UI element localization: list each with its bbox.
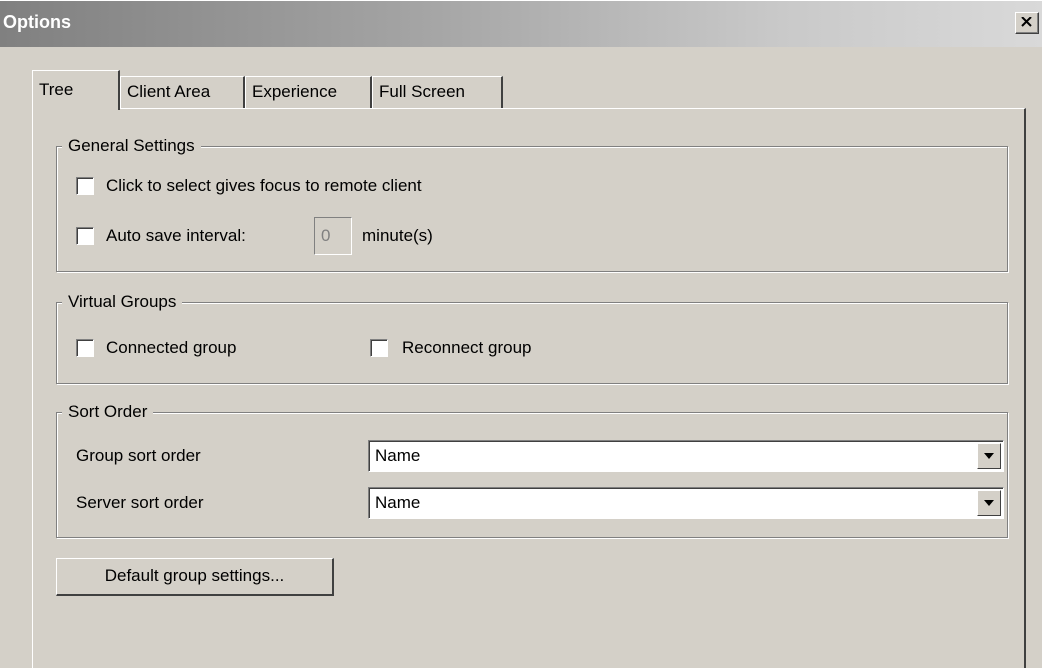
sort-order-group: Sort Order bbox=[56, 401, 1008, 538]
group-legend: Sort Order bbox=[62, 401, 154, 423]
reconnect-group-label[interactable]: Reconnect group bbox=[402, 338, 531, 358]
auto-save-unit: minute(s) bbox=[362, 226, 433, 245]
server-sort-order-value: Name bbox=[375, 493, 421, 512]
general-settings-group: General Settings bbox=[56, 135, 1008, 272]
tab-full-screen[interactable]: Full Screen bbox=[372, 76, 503, 108]
title-bar: Options bbox=[0, 0, 1042, 47]
chevron-down-icon bbox=[984, 453, 994, 459]
auto-save-checkbox[interactable] bbox=[76, 227, 94, 245]
default-group-settings-button[interactable]: Default group settings... bbox=[56, 558, 334, 596]
reconnect-group-checkbox[interactable] bbox=[370, 339, 388, 357]
tab-tree[interactable]: Tree bbox=[32, 70, 120, 110]
click-to-select-label[interactable]: Click to select gives focus to remote cl… bbox=[106, 176, 422, 196]
close-button[interactable] bbox=[1015, 12, 1039, 34]
connected-group-checkbox[interactable] bbox=[76, 339, 94, 357]
tab-experience[interactable]: Experience bbox=[245, 76, 372, 108]
chevron-down-icon bbox=[984, 500, 994, 506]
tab-label: Experience bbox=[252, 82, 338, 101]
tab-client-area[interactable]: Client Area bbox=[120, 76, 245, 108]
auto-save-label[interactable]: Auto save interval: bbox=[106, 226, 246, 246]
group-legend: Virtual Groups bbox=[62, 291, 183, 313]
group-sort-order-value: Name bbox=[375, 446, 421, 465]
window-title: Options bbox=[3, 12, 71, 32]
group-legend: General Settings bbox=[62, 135, 201, 157]
group-sort-dropdown-button[interactable] bbox=[977, 443, 1001, 469]
click-to-select-checkbox[interactable] bbox=[76, 177, 94, 195]
group-sort-order-label: Group sort order bbox=[76, 446, 201, 465]
close-icon bbox=[1021, 17, 1032, 27]
tab-label: Tree bbox=[39, 80, 74, 99]
group-sort-order-select[interactable]: Name bbox=[368, 440, 1004, 472]
server-sort-order-label: Server sort order bbox=[76, 493, 204, 512]
tab-label: Client Area bbox=[127, 82, 211, 101]
server-sort-dropdown-button[interactable] bbox=[977, 490, 1001, 516]
auto-save-interval-input[interactable]: 0 bbox=[314, 217, 352, 255]
tab-label: Full Screen bbox=[379, 82, 465, 101]
server-sort-order-select[interactable]: Name bbox=[368, 487, 1004, 519]
connected-group-label[interactable]: Connected group bbox=[106, 338, 236, 358]
